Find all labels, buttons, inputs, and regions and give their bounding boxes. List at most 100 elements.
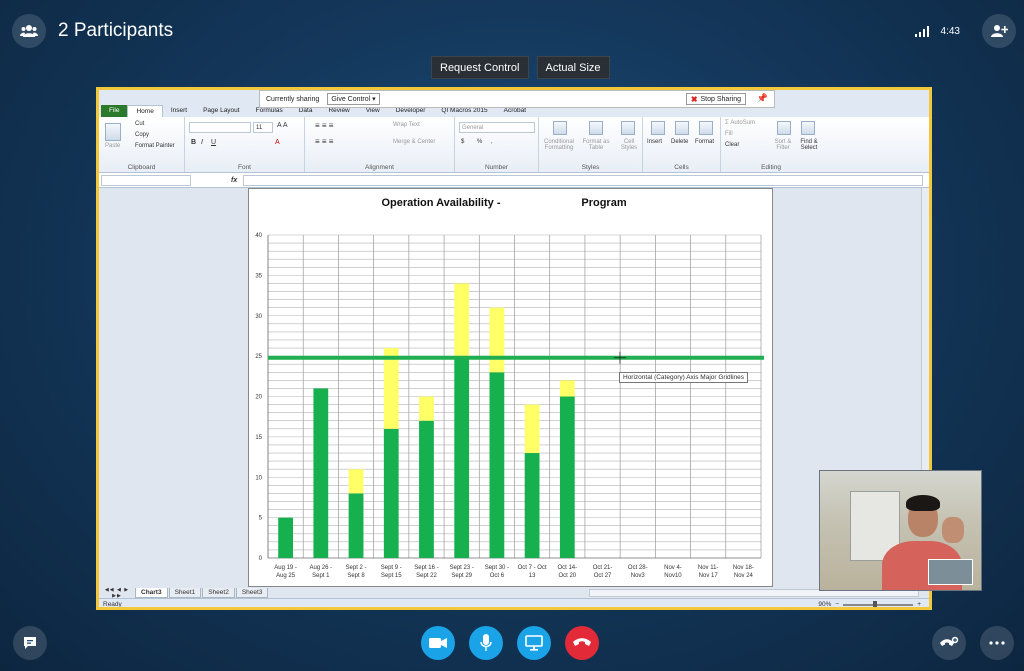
italic-button[interactable]: I bbox=[201, 139, 203, 146]
format-painter-button[interactable]: Format Painter bbox=[135, 143, 175, 149]
video-toggle-button[interactable] bbox=[421, 626, 455, 660]
paste-button[interactable]: Paste bbox=[105, 143, 120, 149]
video-person-hair bbox=[906, 495, 940, 511]
align-top-icon[interactable]: ≡ ≡ ≡ bbox=[315, 121, 333, 130]
conditional-formatting-button[interactable]: Conditional Formatting bbox=[541, 139, 577, 151]
wrap-text-button[interactable]: Wrap Text bbox=[393, 122, 420, 128]
cut-button[interactable]: Cut bbox=[135, 121, 144, 127]
x-tick-label: 13 bbox=[529, 573, 536, 579]
monitor-icon bbox=[525, 635, 543, 651]
bar-segment-green bbox=[278, 517, 294, 558]
zoom-in-icon[interactable]: + bbox=[917, 601, 921, 607]
chat-button[interactable] bbox=[13, 626, 47, 660]
x-tick-label: Sept 16 - bbox=[414, 565, 438, 571]
phone-add-icon bbox=[940, 636, 959, 646]
call-duration: 4:43 bbox=[940, 25, 960, 37]
x-tick-label: Sept 30 - bbox=[485, 565, 509, 571]
sheet-tab-sheet3[interactable]: Sheet3 bbox=[235, 587, 269, 598]
bar-segment-green bbox=[348, 493, 364, 558]
pin-icon[interactable]: 📌 bbox=[757, 93, 768, 104]
chevron-down-icon: ▾ bbox=[372, 96, 376, 103]
stop-sharing-button[interactable]: ✖ Stop Sharing bbox=[685, 93, 746, 105]
bar-segment-green bbox=[524, 453, 540, 558]
ribbon-group-label: Alignment bbox=[365, 164, 394, 171]
ribbon-group-number: General $ % , Number bbox=[455, 117, 539, 172]
y-tick-label: 5 bbox=[259, 516, 263, 522]
autosum-button[interactable]: Σ AutoSum bbox=[725, 120, 755, 126]
call-toolbar bbox=[0, 622, 1024, 662]
zoom-out-icon[interactable]: − bbox=[835, 601, 839, 607]
tab-file[interactable]: File bbox=[101, 105, 128, 117]
comma-button[interactable]: , bbox=[491, 139, 493, 145]
x-tick-label: Nov3 bbox=[631, 573, 646, 579]
bold-button[interactable]: B bbox=[191, 139, 196, 146]
self-video-preview[interactable] bbox=[819, 470, 982, 591]
x-tick-label: Sept 9 - bbox=[381, 565, 402, 571]
video-person-hand bbox=[942, 517, 964, 543]
find-select-button[interactable]: Find & Select bbox=[797, 139, 821, 151]
fill-button[interactable]: Fill bbox=[725, 131, 733, 137]
y-tick-label: 20 bbox=[255, 395, 262, 401]
merge-center-button[interactable]: Merge & Center bbox=[393, 139, 435, 145]
x-tick-label: Oct 6 bbox=[490, 573, 505, 579]
add-participant-button[interactable] bbox=[982, 14, 1016, 48]
currently-sharing-label: Currently sharing bbox=[266, 95, 320, 103]
remote-video-thumbnail[interactable] bbox=[928, 559, 973, 585]
end-call-button[interactable] bbox=[565, 626, 599, 660]
name-box[interactable] bbox=[101, 174, 191, 186]
zoom-slider-thumb[interactable] bbox=[873, 600, 878, 607]
underline-button[interactable]: U bbox=[211, 139, 216, 146]
find-select-icon bbox=[801, 121, 815, 135]
tab-home[interactable]: Home bbox=[127, 105, 163, 117]
give-control-dropdown[interactable]: Give Control ▾ bbox=[327, 93, 380, 105]
video-camera-icon bbox=[429, 638, 447, 648]
font-color-button[interactable]: A bbox=[275, 139, 280, 146]
font-size-select[interactable]: 11 bbox=[253, 122, 273, 133]
y-tick-label: 0 bbox=[259, 556, 263, 562]
x-tick-label: Sept 1 bbox=[312, 573, 330, 579]
zoom-slider[interactable] bbox=[843, 600, 914, 607]
tab-insert[interactable]: Insert bbox=[163, 105, 195, 117]
formula-input[interactable] bbox=[243, 174, 923, 186]
ribbon-group-label: Font bbox=[237, 164, 251, 171]
ribbon-group-label: Cells bbox=[674, 164, 689, 171]
actual-size-button[interactable]: Actual Size bbox=[536, 56, 610, 79]
microphone-button[interactable] bbox=[469, 626, 503, 660]
insert-button[interactable]: Insert bbox=[647, 139, 662, 145]
bar-segment-green bbox=[419, 420, 434, 558]
font-grow-button[interactable]: A A bbox=[277, 122, 288, 129]
chart-area[interactable]: Operation Availability - Program 0 5 10 15 20 2… bbox=[248, 188, 773, 587]
x-tick-label: Oct 14- bbox=[557, 565, 577, 571]
participants-button[interactable] bbox=[12, 14, 46, 48]
request-control-button[interactable]: Request Control bbox=[431, 56, 529, 79]
sheet-nav-arrows[interactable]: ◀◀ ◀ ▶ ▶▶ bbox=[99, 587, 135, 599]
align-left-icon[interactable]: ≡ ≡ ≡ bbox=[315, 137, 333, 146]
clear-button[interactable]: Clear bbox=[725, 142, 739, 148]
bar-segment-yellow bbox=[489, 307, 505, 373]
status-text: Ready bbox=[103, 601, 122, 608]
share-screen-button[interactable] bbox=[517, 626, 551, 660]
call-settings-button[interactable] bbox=[932, 626, 966, 660]
cell-styles-button[interactable]: Cell Styles bbox=[617, 139, 641, 151]
sort-filter-button[interactable]: Sort & Filter bbox=[771, 139, 795, 151]
sheet-tab-sheet1[interactable]: Sheet1 bbox=[168, 587, 202, 598]
insert-function-icon[interactable]: fx bbox=[231, 177, 237, 184]
copy-button[interactable]: Copy bbox=[135, 132, 149, 138]
format-as-table-button[interactable]: Format as Table bbox=[579, 139, 613, 151]
delete-button[interactable]: Delete bbox=[671, 139, 688, 145]
format-button[interactable]: Format bbox=[695, 139, 714, 145]
percent-button[interactable]: % bbox=[477, 139, 482, 145]
x-tick-label: Sept 22 bbox=[416, 573, 437, 579]
bar-chart[interactable]: Operation Availability - Program 0 5 10 15 20 2… bbox=[249, 189, 772, 586]
currency-button[interactable]: $ bbox=[461, 139, 464, 145]
sheet-tab-chart3[interactable]: Chart3 bbox=[135, 587, 168, 598]
number-format-select[interactable]: General bbox=[459, 122, 535, 133]
sheet-tab-sheet2[interactable]: Sheet2 bbox=[202, 587, 235, 598]
font-name-select[interactable] bbox=[189, 122, 251, 133]
tab-page-layout[interactable]: Page Layout bbox=[195, 105, 248, 117]
ribbon-group-alignment: ≡ ≡ ≡ ≡ ≡ ≡ Wrap Text Merge & Center Ali… bbox=[305, 117, 455, 172]
delete-cells-icon bbox=[675, 121, 689, 135]
more-options-button[interactable] bbox=[980, 626, 1014, 660]
sheet-tabs-bar: ◀◀ ◀ ▶ ▶▶ Chart3 Sheet1 Sheet2 Sheet3 bbox=[99, 587, 929, 599]
bar-segment-yellow bbox=[524, 404, 540, 454]
